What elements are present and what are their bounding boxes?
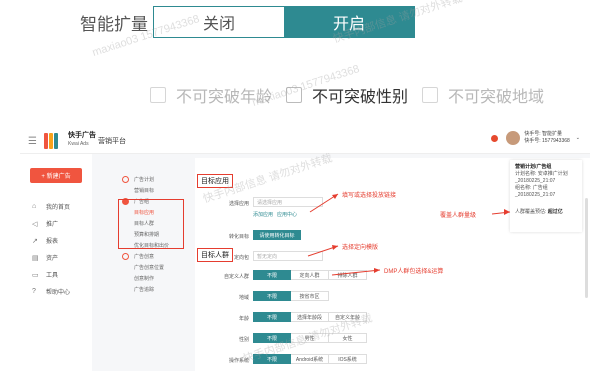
- checkbox-region[interactable]: 不可突破地域: [422, 83, 544, 107]
- annotation-cover: 覆盖人群量级: [440, 213, 477, 219]
- checkbox-box[interactable]: [286, 87, 303, 103]
- toggle-on-button[interactable]: 开启: [284, 7, 414, 37]
- ads-platform-screenshot: ☰ 快手广告 Kwai Ads 营销平台 快手号: 智能扩量 快手号: 1577…: [20, 128, 590, 371]
- checkbox-age-label: 不可突破年龄: [176, 89, 273, 106]
- checkbox-region-label: 不可突破地域: [448, 89, 545, 106]
- annotation-arrows: [307, 193, 511, 276]
- checkbox-age[interactable]: 不可突破年龄: [150, 83, 272, 107]
- checkbox-box[interactable]: [422, 87, 439, 103]
- checkbox-gender[interactable]: 不可突破性别: [286, 83, 408, 107]
- annotation-select-pack: 选择定向模版: [342, 245, 379, 251]
- arrow-dmp: [331, 269, 381, 276]
- checkbox-gender-label: 不可突破性别: [312, 89, 409, 106]
- smart-expand-toggle[interactable]: 关闭 开启: [153, 6, 415, 38]
- annotation-dmp: DMP人群包选择&运算: [384, 269, 444, 275]
- restriction-checkboxes: 不可突破年龄 不可突破性别 不可突破地域: [150, 83, 558, 107]
- checkbox-box[interactable]: [150, 87, 166, 103]
- smart-expand-row: 智能扩量 关闭 开启: [80, 5, 415, 39]
- smart-expand-label: 智能扩量: [80, 14, 148, 34]
- toggle-off-button[interactable]: 关闭: [154, 7, 284, 37]
- annotation-fill-link: 填写或选择投放链接: [342, 193, 397, 199]
